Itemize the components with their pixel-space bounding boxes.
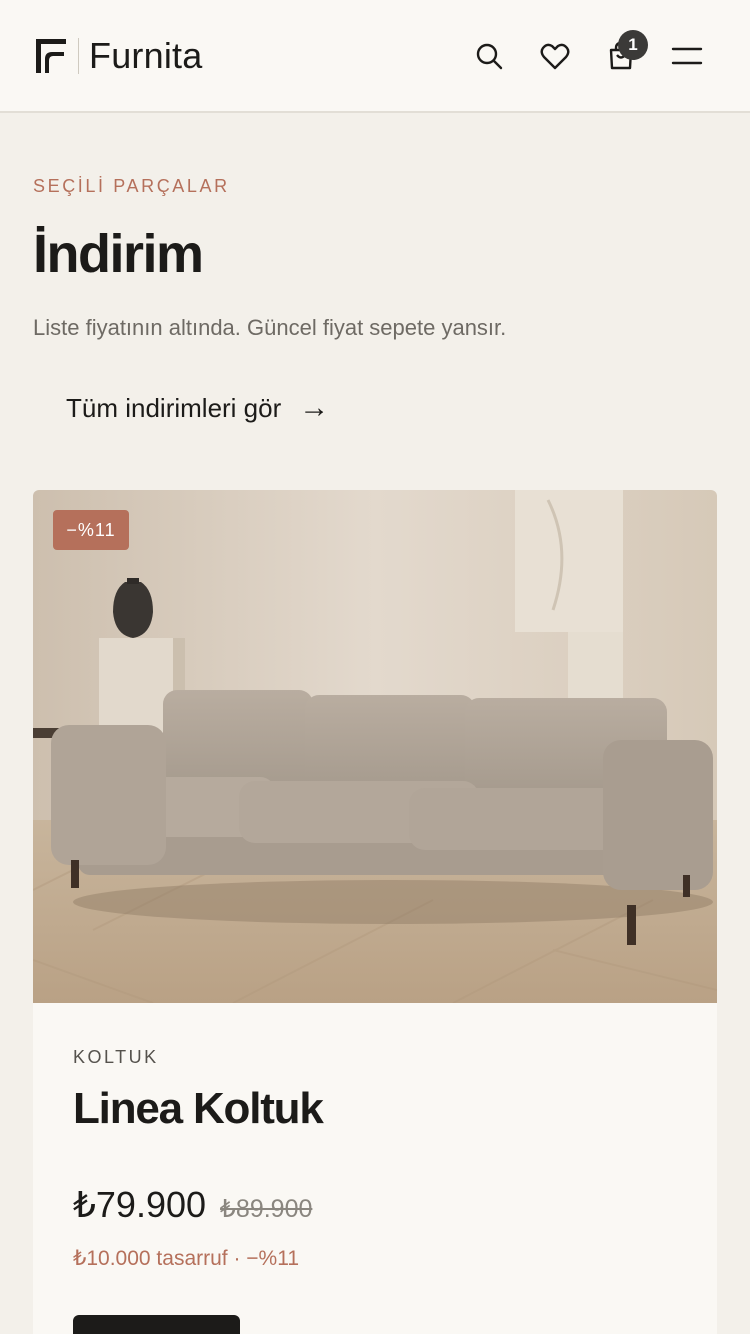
brand-logo-icon[interactable] <box>34 37 68 75</box>
brand-name[interactable]: Furnita <box>89 34 202 78</box>
logo-divider <box>78 38 79 74</box>
menu-icon[interactable] <box>667 36 707 76</box>
section-title: İndirim <box>33 224 204 284</box>
add-to-cart-button[interactable] <box>73 1315 240 1334</box>
current-price: ₺79.900 <box>73 1184 207 1225</box>
discount-badge: −%11 <box>53 510 129 550</box>
site-header: Furnita 1 <box>0 0 750 113</box>
see-all-label: Tüm indirimleri gör <box>66 392 282 423</box>
product-image[interactable] <box>33 490 717 1003</box>
product-category: KOLTUK <box>73 1047 159 1067</box>
arrow-right-icon: → <box>299 391 330 424</box>
product-card[interactable]: −%11 KOLTUK Linea Koltuk ₺79.900 ₺89.900… <box>33 490 717 1334</box>
savings-text: ₺10.000 tasarruf · −%11 <box>73 1247 300 1270</box>
product-name[interactable]: Linea Koltuk <box>73 1082 324 1136</box>
search-icon[interactable] <box>469 36 509 76</box>
heart-icon[interactable] <box>535 36 575 76</box>
section-description: Liste fiyatının altında. Güncel fiyat se… <box>33 315 507 340</box>
price-row: ₺79.900 ₺89.900 <box>73 1184 312 1226</box>
old-price: ₺89.900 <box>220 1195 313 1223</box>
see-all-sales-link[interactable]: Tüm indirimleri gör → <box>66 388 329 428</box>
cart-count-badge: 1 <box>618 30 648 60</box>
section-eyebrow: SEÇİLİ PARÇALAR <box>33 176 230 196</box>
